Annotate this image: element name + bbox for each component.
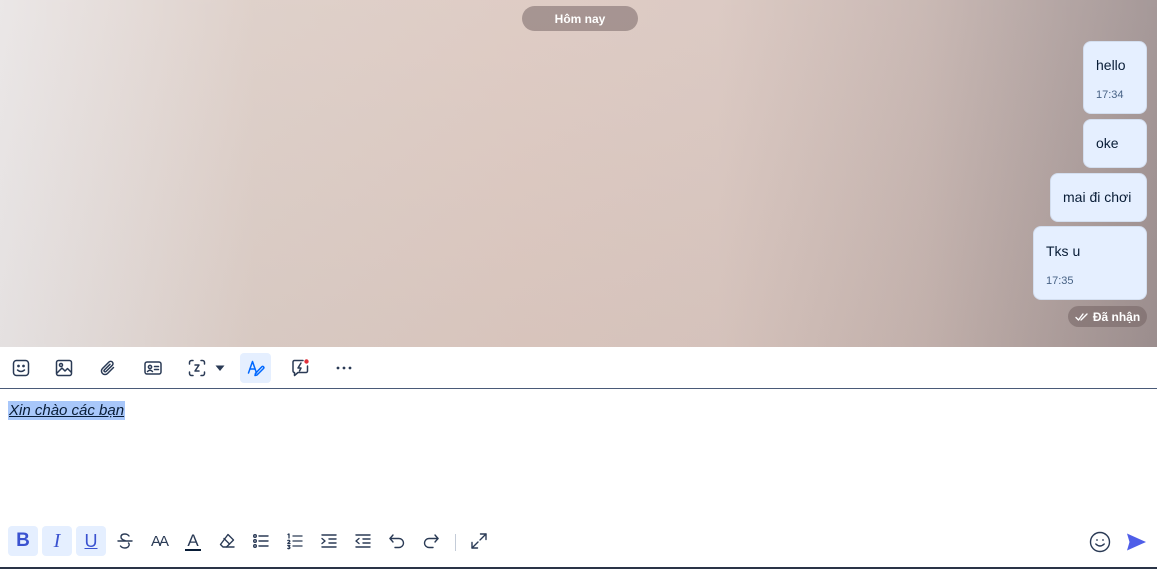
more-icon bbox=[336, 366, 351, 370]
attachment-icon bbox=[100, 360, 114, 376]
undo-button[interactable] bbox=[382, 526, 412, 556]
editor-selected-text[interactable]: Xin chào các bạn bbox=[8, 401, 126, 420]
message-text: oke bbox=[1096, 135, 1119, 151]
message-text: mai đi chơi bbox=[1063, 189, 1132, 205]
strikethrough-icon bbox=[117, 533, 133, 549]
outdent-icon bbox=[355, 534, 371, 548]
font-size-icon: AA bbox=[150, 532, 169, 550]
date-separator: Hôm nay bbox=[522, 6, 638, 31]
expand-icon bbox=[471, 533, 487, 549]
image-icon bbox=[55, 359, 72, 377]
text-format-icon bbox=[247, 360, 265, 377]
font-color-button[interactable]: A bbox=[178, 526, 208, 556]
message-text: Tks u bbox=[1046, 243, 1081, 259]
composer-toolbar bbox=[0, 347, 1157, 389]
bullet-list-button[interactable] bbox=[246, 526, 276, 556]
font-color-icon: A bbox=[185, 530, 201, 551]
outdent-button[interactable] bbox=[348, 526, 378, 556]
underline-button[interactable]: U bbox=[76, 526, 106, 556]
message-bubble[interactable]: Tks u 17:35 bbox=[1033, 226, 1147, 300]
message-status-text: Đã nhận bbox=[1092, 309, 1141, 324]
quick-message-icon bbox=[291, 359, 309, 377]
sticker-icon bbox=[12, 359, 29, 377]
emoji-icon bbox=[1089, 531, 1111, 553]
bold-button[interactable]: B bbox=[8, 526, 38, 556]
send-button[interactable] bbox=[1121, 527, 1151, 557]
message-bubble[interactable]: oke bbox=[1083, 119, 1147, 168]
message-bubble[interactable]: hello 17:34 bbox=[1083, 41, 1147, 114]
font-size-button[interactable]: AA bbox=[144, 526, 174, 556]
more-button[interactable] bbox=[328, 353, 359, 383]
text-format-button[interactable] bbox=[240, 353, 271, 383]
emoji-button[interactable] bbox=[1085, 527, 1115, 557]
screenshot-icon bbox=[188, 359, 205, 377]
redo-icon bbox=[423, 534, 439, 549]
indent-button[interactable] bbox=[314, 526, 344, 556]
screenshot-button[interactable] bbox=[181, 353, 212, 383]
message-bubble[interactable]: mai đi chơi bbox=[1050, 173, 1147, 222]
image-button[interactable] bbox=[48, 353, 79, 383]
undo-icon bbox=[389, 534, 405, 549]
indent-icon bbox=[321, 534, 337, 548]
underline-icon: U bbox=[84, 530, 98, 551]
attachment-button[interactable] bbox=[92, 353, 123, 383]
contact-card-icon bbox=[143, 361, 162, 375]
expand-editor-button[interactable] bbox=[464, 526, 494, 556]
clear-format-button[interactable] bbox=[212, 526, 242, 556]
format-bar: B I U AA A bbox=[0, 524, 1157, 560]
numbered-list-icon bbox=[287, 533, 303, 550]
bullet-list-icon bbox=[253, 534, 269, 548]
sticker-button[interactable] bbox=[5, 353, 36, 383]
message-time: 17:34 bbox=[1096, 89, 1124, 101]
redo-button[interactable] bbox=[416, 526, 446, 556]
send-icon bbox=[1127, 533, 1146, 551]
eraser-icon bbox=[219, 533, 235, 548]
toolbar-divider bbox=[455, 534, 456, 551]
message-status-badge: Đã nhận bbox=[1068, 306, 1147, 327]
italic-button[interactable]: I bbox=[42, 526, 72, 556]
double-check-icon bbox=[1075, 312, 1088, 321]
contact-card-button[interactable] bbox=[137, 353, 168, 383]
quick-message-button[interactable] bbox=[284, 353, 315, 383]
bold-icon: B bbox=[16, 530, 30, 551]
chat-area: Hôm nay hello 17:34 oke mai đi chơi Tks … bbox=[0, 0, 1157, 347]
message-text: hello bbox=[1096, 57, 1126, 73]
italic-icon: I bbox=[53, 529, 61, 552]
dropdown-caret-icon[interactable] bbox=[214, 362, 226, 374]
strikethrough-button[interactable] bbox=[110, 526, 140, 556]
message-editor[interactable]: Xin chào các bạn bbox=[0, 389, 1157, 519]
numbered-list-button[interactable] bbox=[280, 526, 310, 556]
message-time: 17:35 bbox=[1046, 275, 1074, 287]
